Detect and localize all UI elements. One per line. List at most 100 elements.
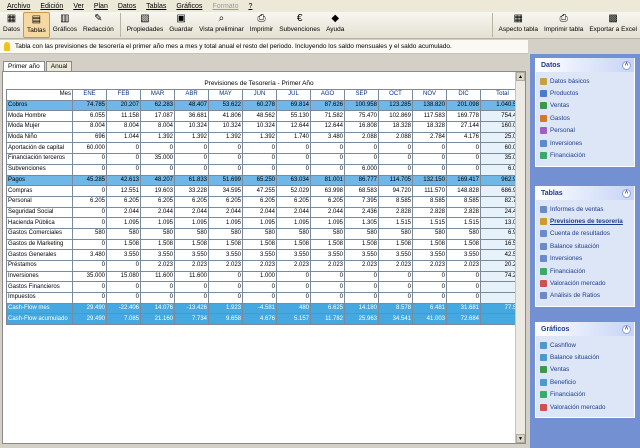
row-label[interactable]: Impuestos <box>6 292 73 304</box>
row-label[interactable]: Aportación de capital <box>6 142 73 155</box>
row-label[interactable]: Cobros <box>6 99 73 112</box>
table-cell[interactable]: 2.023 <box>310 260 345 272</box>
table-cell[interactable]: 0 <box>446 270 481 283</box>
table-cell[interactable]: 74.785 <box>72 99 107 112</box>
table-cell[interactable]: 580 <box>140 227 175 240</box>
table-cell[interactable]: 1.095 <box>242 217 277 229</box>
table-cell[interactable]: 0 <box>344 270 379 283</box>
table-cell[interactable]: 0 <box>412 292 447 304</box>
sidebar-item-financiacion[interactable]: Financiación <box>536 389 634 401</box>
table-cell[interactable]: 580 <box>446 227 481 240</box>
table-cell[interactable]: 3.480 <box>310 131 345 144</box>
table-cell[interactable]: 123.285 <box>378 99 413 112</box>
table-cell[interactable]: 94.720 <box>378 185 413 197</box>
table-cell[interactable]: 0 <box>344 153 379 165</box>
sidebar-item-previsiones-de-tesoreria[interactable]: Previsiones de tesorería <box>536 215 634 227</box>
table-cell[interactable]: 34.541 <box>378 313 413 326</box>
row-label[interactable]: Subvenciones <box>6 163 73 176</box>
table-cell[interactable]: 1.508 <box>242 238 277 251</box>
table-cell[interactable]: 1.515 <box>378 217 413 229</box>
row-label[interactable]: Personal <box>6 195 73 208</box>
table-cell[interactable]: 0 <box>140 281 175 294</box>
table-cell[interactable]: 81.001 <box>310 174 345 187</box>
table-cell[interactable]: 2.023 <box>208 260 243 272</box>
table-cell[interactable]: 34.595 <box>208 185 243 197</box>
table-cell[interactable]: 19.603 <box>140 185 175 197</box>
table-cell[interactable]: 696 <box>72 131 107 144</box>
table-cell[interactable]: 35.000 <box>72 270 107 283</box>
table-cell[interactable]: 12.644 <box>310 121 345 133</box>
table-cell[interactable]: 7.395 <box>344 195 379 208</box>
table-cell[interactable]: 2.044 <box>174 206 209 219</box>
table-cell[interactable]: 0 <box>446 292 481 304</box>
table-cell[interactable]: 3.550 <box>378 249 413 261</box>
table-cell[interactable]: 11.782 <box>310 313 345 326</box>
table-cell[interactable]: 0 <box>344 142 379 155</box>
table-cell[interactable]: 3.550 <box>412 249 447 261</box>
table-cell[interactable]: 1.515 <box>446 217 481 229</box>
table-cell[interactable]: 132.150 <box>412 174 447 187</box>
table-cell[interactable]: 1.508 <box>276 238 311 251</box>
table-cell[interactable]: 6.055 <box>72 110 107 123</box>
table-cell[interactable]: 3.550 <box>140 249 175 261</box>
table-cell[interactable]: 35.000 <box>140 153 175 165</box>
table-cell[interactable]: 36.681 <box>174 110 209 123</box>
row-label[interactable]: Gastos Generales <box>6 249 73 261</box>
table-cell[interactable]: 2.088 <box>378 131 413 144</box>
table-cell[interactable]: 6.205 <box>140 195 175 208</box>
sidebar-item-inversiones[interactable]: Inversiones <box>536 137 634 149</box>
table-cell[interactable]: 7.085 <box>106 313 141 326</box>
table-cell[interactable]: 0 <box>106 163 141 176</box>
table-cell[interactable]: 0 <box>106 142 141 155</box>
table-cell[interactable]: 1.392 <box>242 131 277 144</box>
row-label[interactable]: Seguridad Social <box>6 206 73 219</box>
table-cell[interactable]: 580 <box>106 227 141 240</box>
table-cell[interactable]: 3.550 <box>106 249 141 261</box>
table-cell[interactable]: 1.508 <box>344 238 379 251</box>
table-cell[interactable]: 8.585 <box>378 195 413 208</box>
table-cell[interactable]: 51.699 <box>208 174 243 187</box>
table-cell[interactable]: 0 <box>310 163 345 176</box>
table-cell[interactable]: 100.958 <box>344 99 379 112</box>
table-cell[interactable]: 33.228 <box>174 185 209 197</box>
table-cell[interactable]: 2.023 <box>276 260 311 272</box>
sidebar-item-cashflow[interactable]: Cashflow <box>536 339 634 351</box>
menu-graficos[interactable]: Gráficos <box>171 3 207 10</box>
table-cell[interactable]: 75.470 <box>344 110 379 123</box>
table-cell[interactable]: 47.255 <box>242 185 277 197</box>
table-cell[interactable]: 48.562 <box>242 110 277 123</box>
subvenciones-button[interactable]: € Subvenciones <box>276 12 323 38</box>
table-cell[interactable]: 60.278 <box>242 99 277 112</box>
table-cell[interactable]: 3.550 <box>174 249 209 261</box>
row-label[interactable]: Gastos de Marketing <box>6 238 73 251</box>
table-cell[interactable]: 3.550 <box>242 249 277 261</box>
table-cell[interactable]: 0 <box>344 281 379 294</box>
chevron-up-icon[interactable]: ˄ <box>622 188 631 198</box>
table-cell[interactable]: 8.585 <box>446 195 481 208</box>
table-cell[interactable]: 45.285 <box>72 174 107 187</box>
table-cell[interactable]: 41.806 <box>208 110 243 123</box>
table-cell[interactable]: 2.023 <box>140 260 175 272</box>
sidebar-item-balance-situacion[interactable]: Balance situación <box>536 240 634 252</box>
table-cell[interactable]: 0 <box>242 281 277 294</box>
table-cell[interactable]: 1.095 <box>174 217 209 229</box>
table-cell[interactable]: 1.095 <box>208 217 243 229</box>
table-cell[interactable]: 63.034 <box>276 174 311 187</box>
table-cell[interactable]: 580 <box>378 227 413 240</box>
table-cell[interactable]: 1.095 <box>106 217 141 229</box>
table-cell[interactable]: 5.157 <box>276 313 311 326</box>
table-cell[interactable]: 0 <box>208 142 243 155</box>
table-cell[interactable]: 1.392 <box>174 131 209 144</box>
table-cell[interactable]: 2.044 <box>106 206 141 219</box>
table-cell[interactable]: 6.625 <box>310 302 345 315</box>
table-cell[interactable]: 55.130 <box>276 110 311 123</box>
table-cell[interactable]: 8.004 <box>106 121 141 133</box>
table-cell[interactable]: 42.613 <box>106 174 141 187</box>
table-cell[interactable]: 1.392 <box>140 131 175 144</box>
table-cell[interactable]: 16.808 <box>344 121 379 133</box>
sidebar-item-productos[interactable]: Productos <box>536 87 634 99</box>
table-cell[interactable]: 0 <box>412 163 447 176</box>
chevron-up-icon[interactable]: ˄ <box>622 60 631 70</box>
table-cell[interactable]: 3.550 <box>344 249 379 261</box>
table-cell[interactable]: 2.044 <box>310 206 345 219</box>
